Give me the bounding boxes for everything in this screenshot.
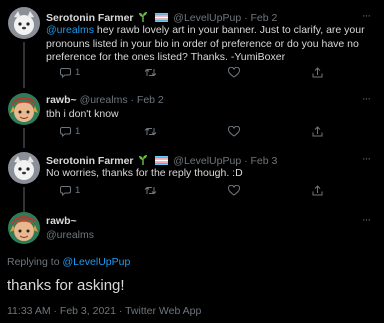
reply-count: 1 <box>75 185 81 196</box>
author-name[interactable]: rawb~ <box>46 215 77 227</box>
retweet-icon <box>144 186 157 195</box>
replying-prefix: Replying to <box>7 256 63 268</box>
tweet-timestamp[interactable]: 11:33 AM · Feb 3, 2021 · Twitter Web App <box>7 305 201 317</box>
tweet-text: @urealms hey rawb lovely art in your ban… <box>46 24 366 65</box>
tweet-text-body: hey rawb lovely art in your banner. Just… <box>46 24 365 63</box>
avatar-serotonin-farmer[interactable] <box>8 152 40 184</box>
reply-icon <box>60 68 71 78</box>
separator: · <box>244 155 248 167</box>
focused-tweet: rawb~ @urealms ··· Replying to @LevelUpP… <box>0 204 384 323</box>
tweet-date[interactable]: Feb 2 <box>251 12 278 24</box>
mention-link[interactable]: @urealms <box>46 24 94 36</box>
more-icon[interactable]: ··· <box>362 215 374 228</box>
tweet-text: No worries, thanks for the reply though.… <box>46 167 243 179</box>
like-button[interactable] <box>228 126 240 137</box>
retweet-icon <box>144 68 157 77</box>
reply-count: 1 <box>75 126 81 137</box>
share-icon <box>312 67 323 78</box>
tweet-actions: 1 <box>46 185 346 199</box>
retweet-button[interactable] <box>144 126 157 137</box>
tweet-3[interactable]: Serotonin Farmer @LevelUpPup · Feb 3 ···… <box>0 144 384 212</box>
tweet-1[interactable]: Serotonin Farmer @LevelUpPup · Feb 2 ···… <box>0 0 384 88</box>
like-icon <box>228 185 240 196</box>
share-button[interactable] <box>312 67 323 78</box>
reply-icon <box>60 127 71 137</box>
reply-button[interactable]: 1 <box>60 126 80 137</box>
seedling-icon <box>139 155 148 165</box>
seedling-icon <box>139 12 148 22</box>
author-name[interactable]: Serotonin Farmer <box>46 155 134 167</box>
separator: · <box>130 94 135 106</box>
share-icon <box>312 185 323 196</box>
like-icon <box>228 67 240 78</box>
reply-count: 1 <box>75 67 81 78</box>
tweet-actions: 1 <box>46 126 346 140</box>
more-icon[interactable]: ··· <box>362 11 374 24</box>
tweet-text: tbh i don't know <box>46 108 119 120</box>
avatar-rawb[interactable] <box>8 212 40 244</box>
retweet-button[interactable] <box>144 185 157 196</box>
separator: · <box>244 12 248 24</box>
like-button[interactable] <box>228 67 240 78</box>
reply-icon <box>60 186 71 196</box>
tweet-header: Serotonin Farmer @LevelUpPup · Feb 3 <box>46 154 277 168</box>
author-handle[interactable]: @LevelUpPup <box>173 155 241 167</box>
more-icon[interactable]: ··· <box>362 154 374 167</box>
replying-to: Replying to @LevelUpPup <box>7 256 130 268</box>
flag-icon <box>155 13 169 22</box>
focused-tweet-text: thanks for asking! <box>7 277 125 294</box>
share-button[interactable] <box>312 185 323 196</box>
like-button[interactable] <box>228 185 240 196</box>
tweet-2[interactable]: rawb~ @urealms · Feb 2 ··· tbh i don't k… <box>0 80 384 148</box>
reply-button[interactable]: 1 <box>60 67 80 78</box>
tweet-actions: 1 <box>46 67 346 81</box>
author-name[interactable]: rawb~ <box>46 94 77 106</box>
author-name[interactable]: Serotonin Farmer <box>46 12 134 24</box>
author-handle[interactable]: @urealms <box>46 229 94 241</box>
share-icon <box>312 126 323 137</box>
author-handle[interactable]: @urealms <box>80 94 128 106</box>
more-icon[interactable]: ··· <box>362 94 374 107</box>
thread-line <box>23 80 25 84</box>
tweet-header: rawb~ @urealms · Feb 2 <box>46 94 164 107</box>
flag-icon <box>155 156 169 165</box>
avatar-rawb[interactable] <box>8 93 40 125</box>
tweet-date[interactable]: Feb 2 <box>137 94 164 106</box>
author-handle[interactable]: @LevelUpPup <box>173 12 241 24</box>
reply-button[interactable]: 1 <box>60 185 80 196</box>
share-button[interactable] <box>312 126 323 137</box>
like-icon <box>228 126 240 137</box>
retweet-icon <box>144 127 157 136</box>
retweet-button[interactable] <box>144 67 157 78</box>
tweet-date[interactable]: Feb 3 <box>251 155 278 167</box>
tweet-header: Serotonin Farmer @LevelUpPup · Feb 2 <box>46 11 277 25</box>
replying-to-link[interactable]: @LevelUpPup <box>62 256 130 268</box>
avatar-serotonin-farmer[interactable] <box>8 7 40 39</box>
